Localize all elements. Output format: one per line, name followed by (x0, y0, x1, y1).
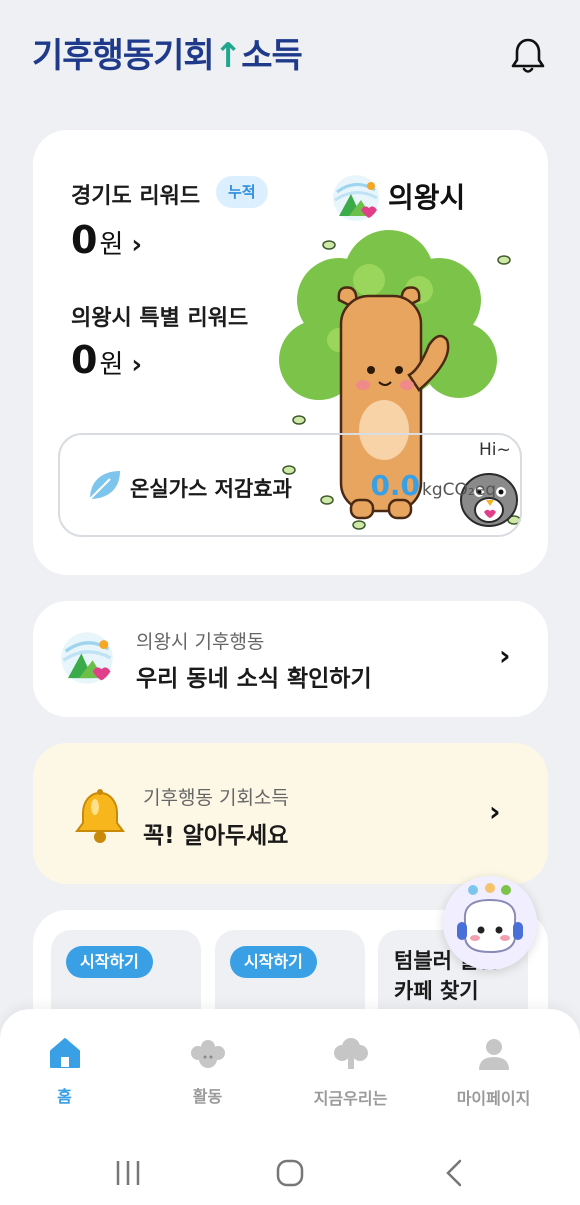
nav-label-mypage: 마이페이지 (456, 1089, 531, 1108)
gyeonggi-reward-amount[interactable]: 0 원 › (71, 218, 142, 262)
golden-bell-icon (75, 789, 125, 843)
ghg-number: 0.0 (370, 469, 421, 502)
local-news-card[interactable]: 의왕시 기후행동 우리 동네 소식 확인하기 › (33, 601, 548, 717)
logo-arrow-icon: ↑ (213, 36, 242, 76)
chevron-right-icon: › (499, 639, 511, 672)
cumulative-badge: 누적 (216, 176, 268, 208)
nav-label-home: 홈 (57, 1087, 72, 1106)
back-icon[interactable] (440, 1159, 468, 1187)
notice-subtitle: 기후행동 기회소득 (143, 787, 289, 809)
recent-apps-icon[interactable] (114, 1159, 142, 1187)
bell-icon (511, 38, 545, 73)
logo-text-3: 소득 (241, 36, 303, 76)
leaf-icon (89, 471, 120, 500)
start-button[interactable]: 시작하기 (230, 946, 317, 978)
chatbot-button[interactable] (443, 876, 537, 970)
chevron-right-icon: › (131, 230, 143, 260)
special-amount-unit: 원 (99, 350, 124, 380)
tree-icon (333, 1038, 368, 1069)
news-subtitle: 의왕시 기후행동 (136, 631, 265, 653)
bottom-navigation: 홈 활동 지금우리는 마이페이지 (0, 1009, 580, 1129)
home-icon (49, 1038, 80, 1068)
top-bar: 기후행동기회↑소득 (0, 0, 580, 110)
gyeonggi-amount-unit: 원 (99, 230, 124, 260)
logo-text-2: 기회 (153, 36, 215, 76)
notice-title: 꼭! 알아두세요 (143, 823, 289, 849)
logo-text-1: 기후행동 (32, 36, 154, 76)
uiwang-city-logo-icon (333, 175, 379, 221)
home-button-icon[interactable] (276, 1159, 304, 1187)
news-title: 우리 동네 소식 확인하기 (136, 666, 372, 692)
mission-title-line2: 카페 찾기 (394, 979, 479, 1003)
start-button[interactable]: 시작하기 (66, 946, 153, 978)
ghg-unit: kgCO₂eq (422, 480, 496, 500)
special-reward-amount[interactable]: 0 원 › (71, 338, 142, 382)
notice-card[interactable]: 기후행동 기회소득 꼭! 알아두세요 › (33, 743, 548, 884)
ghg-reduction-box[interactable]: 온실가스 저감효과 0.0 kgCO₂eq (58, 433, 522, 537)
gyeonggi-amount-value: 0 (71, 218, 98, 262)
ghg-label: 온실가스 저감효과 (130, 477, 292, 501)
nav-item-activity[interactable]: 활동 (135, 1037, 280, 1107)
chatbot-mascot-icon (457, 883, 523, 954)
activity-icon (190, 1040, 225, 1068)
nav-label-activity: 활동 (192, 1087, 223, 1106)
chevron-right-icon: › (131, 350, 143, 380)
app-logo: 기후행동기회↑소득 (32, 28, 303, 77)
uiwang-city-logo-icon (61, 632, 113, 684)
nav-item-home[interactable]: 홈 (0, 1037, 137, 1107)
nav-item-mypage[interactable]: 마이페이지 (421, 1037, 566, 1109)
city-name: 의왕시 (388, 181, 466, 214)
special-amount-value: 0 (71, 338, 98, 382)
reward-card: 경기도 리워드 누적 0 원 › 의왕시 특별 리워드 0 원 › 의왕시 Hi… (33, 130, 548, 575)
gyeonggi-reward-label: 경기도 리워드 (71, 184, 201, 209)
chevron-right-icon: › (489, 795, 501, 828)
nav-label-now: 지금우리는 (313, 1089, 388, 1108)
nav-item-now[interactable]: 지금우리는 (278, 1037, 423, 1109)
system-navigation-bar (0, 1129, 580, 1205)
special-reward-label: 의왕시 특별 리워드 (71, 306, 249, 331)
person-icon (478, 1039, 509, 1070)
notification-button[interactable] (510, 36, 546, 76)
ghg-value: 0.0 kgCO₂eq (370, 469, 496, 502)
